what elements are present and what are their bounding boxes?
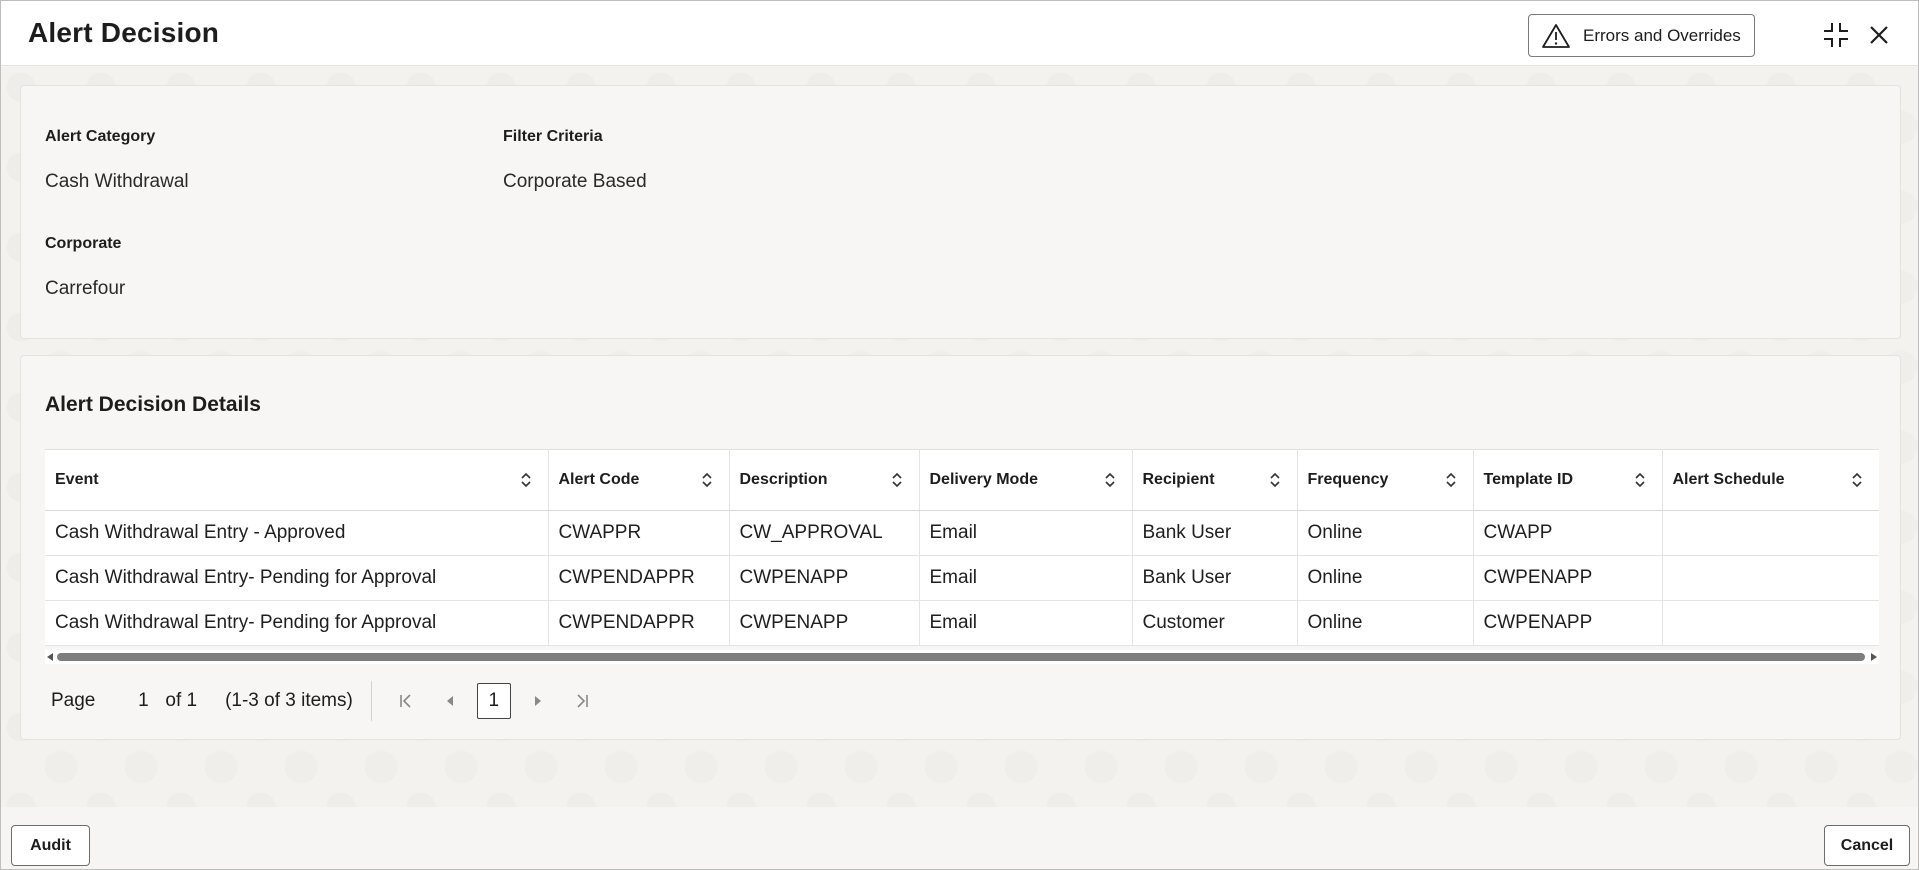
last-page-icon	[577, 694, 588, 708]
filter-criteria-value: Corporate Based	[503, 171, 647, 192]
sort-icon[interactable]	[1634, 472, 1646, 488]
previous-page-button[interactable]	[428, 681, 472, 721]
cell-alert-schedule	[1662, 510, 1879, 556]
column-header-delivery-mode[interactable]: Delivery Mode	[919, 449, 1133, 511]
page-count-label: of 1	[165, 690, 198, 711]
filter-criteria-label: Filter Criteria	[503, 128, 603, 145]
sort-icon[interactable]	[1445, 472, 1457, 488]
column-header-event[interactable]: Event	[45, 449, 549, 511]
corporate-value: Carrefour	[45, 278, 126, 299]
table-row[interactable]: Cash Withdrawal Entry- Pending for Appro…	[45, 555, 1879, 601]
sort-icon[interactable]	[1269, 472, 1281, 488]
alert-decision-window: Alert Decision Errors and Overrides Aler…	[0, 0, 1919, 870]
column-header-alert-schedule[interactable]: Alert Schedule	[1662, 449, 1879, 511]
corporate-label: Corporate	[45, 235, 122, 252]
content-area: Alert Category Cash Withdrawal Filter Cr…	[1, 67, 1918, 807]
cell-alert-code: CWPENDAPPR	[548, 555, 730, 601]
column-header-template-id[interactable]: Template ID	[1473, 449, 1663, 511]
cell-event: Cash Withdrawal Entry - Approved	[45, 510, 549, 556]
column-header-alert-code[interactable]: Alert Code	[548, 449, 730, 511]
cell-delivery-mode: Email	[919, 600, 1133, 646]
cell-event: Cash Withdrawal Entry- Pending for Appro…	[45, 600, 549, 646]
last-page-button[interactable]	[560, 681, 604, 721]
alert-decision-table: Event Alert Code Description Delivery Mo…	[45, 449, 1879, 646]
cell-alert-schedule	[1662, 600, 1879, 646]
close-icon	[1870, 26, 1888, 44]
cell-alert-code: CWAPPR	[548, 510, 730, 556]
next-page-button[interactable]	[516, 681, 560, 721]
cell-description: CW_APPROVAL	[729, 510, 920, 556]
cell-description: CWPENAPP	[729, 600, 920, 646]
column-header-frequency[interactable]: Frequency	[1297, 449, 1474, 511]
alert-category-value: Cash Withdrawal	[45, 171, 189, 192]
page-title: Alert Decision	[28, 17, 220, 48]
cell-frequency: Online	[1297, 555, 1474, 601]
sort-icon[interactable]	[520, 472, 532, 488]
alert-decision-details-panel: Alert Decision Details Event Alert Code …	[20, 355, 1901, 740]
cell-delivery-mode: Email	[919, 510, 1133, 556]
section-title: Alert Decision Details	[45, 393, 261, 416]
alert-category-label: Alert Category	[45, 128, 156, 145]
page-label: Page	[51, 690, 96, 711]
cell-template-id: CWPENAPP	[1473, 600, 1663, 646]
pagination: Page 1 of 1 (1-3 of 3 items) 1	[45, 676, 604, 726]
table-row[interactable]: Cash Withdrawal Entry - Approved CWAPPR …	[45, 510, 1879, 556]
cell-template-id: CWAPP	[1473, 510, 1663, 556]
first-page-button[interactable]	[384, 681, 428, 721]
cell-frequency: Online	[1297, 510, 1474, 556]
cell-recipient: Bank User	[1132, 510, 1298, 556]
pager-divider	[370, 681, 372, 721]
page-number-button[interactable]: 1	[476, 683, 511, 719]
cell-template-id: CWPENAPP	[1473, 555, 1663, 601]
scroll-left-icon[interactable]	[47, 653, 53, 661]
sort-icon[interactable]	[1104, 472, 1116, 488]
footer-bar: Audit Cancel	[1, 807, 1918, 869]
minimize-window-button[interactable]	[1819, 18, 1853, 52]
cell-recipient: Customer	[1132, 600, 1298, 646]
scrollbar-thumb[interactable]	[57, 653, 1865, 661]
current-page-input[interactable]: 1	[133, 690, 153, 712]
column-header-recipient[interactable]: Recipient	[1132, 449, 1298, 511]
errors-and-overrides-label: Errors and Overrides	[1583, 25, 1741, 45]
previous-page-icon	[446, 696, 453, 706]
alert-summary-panel: Alert Category Cash Withdrawal Filter Cr…	[20, 85, 1901, 339]
cell-alert-schedule	[1662, 555, 1879, 601]
sort-icon[interactable]	[701, 472, 713, 488]
table-row[interactable]: Cash Withdrawal Entry- Pending for Appro…	[45, 600, 1879, 646]
cell-recipient: Bank User	[1132, 555, 1298, 601]
scroll-right-icon[interactable]	[1871, 653, 1877, 661]
cell-alert-code: CWPENDAPPR	[548, 600, 730, 646]
table-header-row: Event Alert Code Description Delivery Mo…	[45, 449, 1879, 511]
cell-description: CWPENAPP	[729, 555, 920, 601]
first-page-icon	[400, 694, 411, 708]
cell-delivery-mode: Email	[919, 555, 1133, 601]
errors-and-overrides-button[interactable]: Errors and Overrides	[1528, 14, 1755, 57]
audit-button[interactable]: Audit	[11, 825, 90, 866]
next-page-icon	[534, 696, 541, 706]
horizontal-scrollbar[interactable]	[45, 650, 1879, 664]
title-bar: Alert Decision Errors and Overrides	[1, 1, 1918, 66]
items-range-label: (1-3 of 3 items)	[225, 690, 353, 711]
sort-icon[interactable]	[1851, 472, 1863, 488]
column-header-description[interactable]: Description	[729, 449, 920, 511]
sort-icon[interactable]	[891, 472, 903, 488]
collapse-icon	[1824, 23, 1848, 47]
cancel-button[interactable]: Cancel	[1824, 825, 1910, 866]
close-button[interactable]	[1862, 18, 1896, 52]
warning-icon	[1542, 23, 1570, 48]
cell-event: Cash Withdrawal Entry- Pending for Appro…	[45, 555, 549, 601]
cell-frequency: Online	[1297, 600, 1474, 646]
